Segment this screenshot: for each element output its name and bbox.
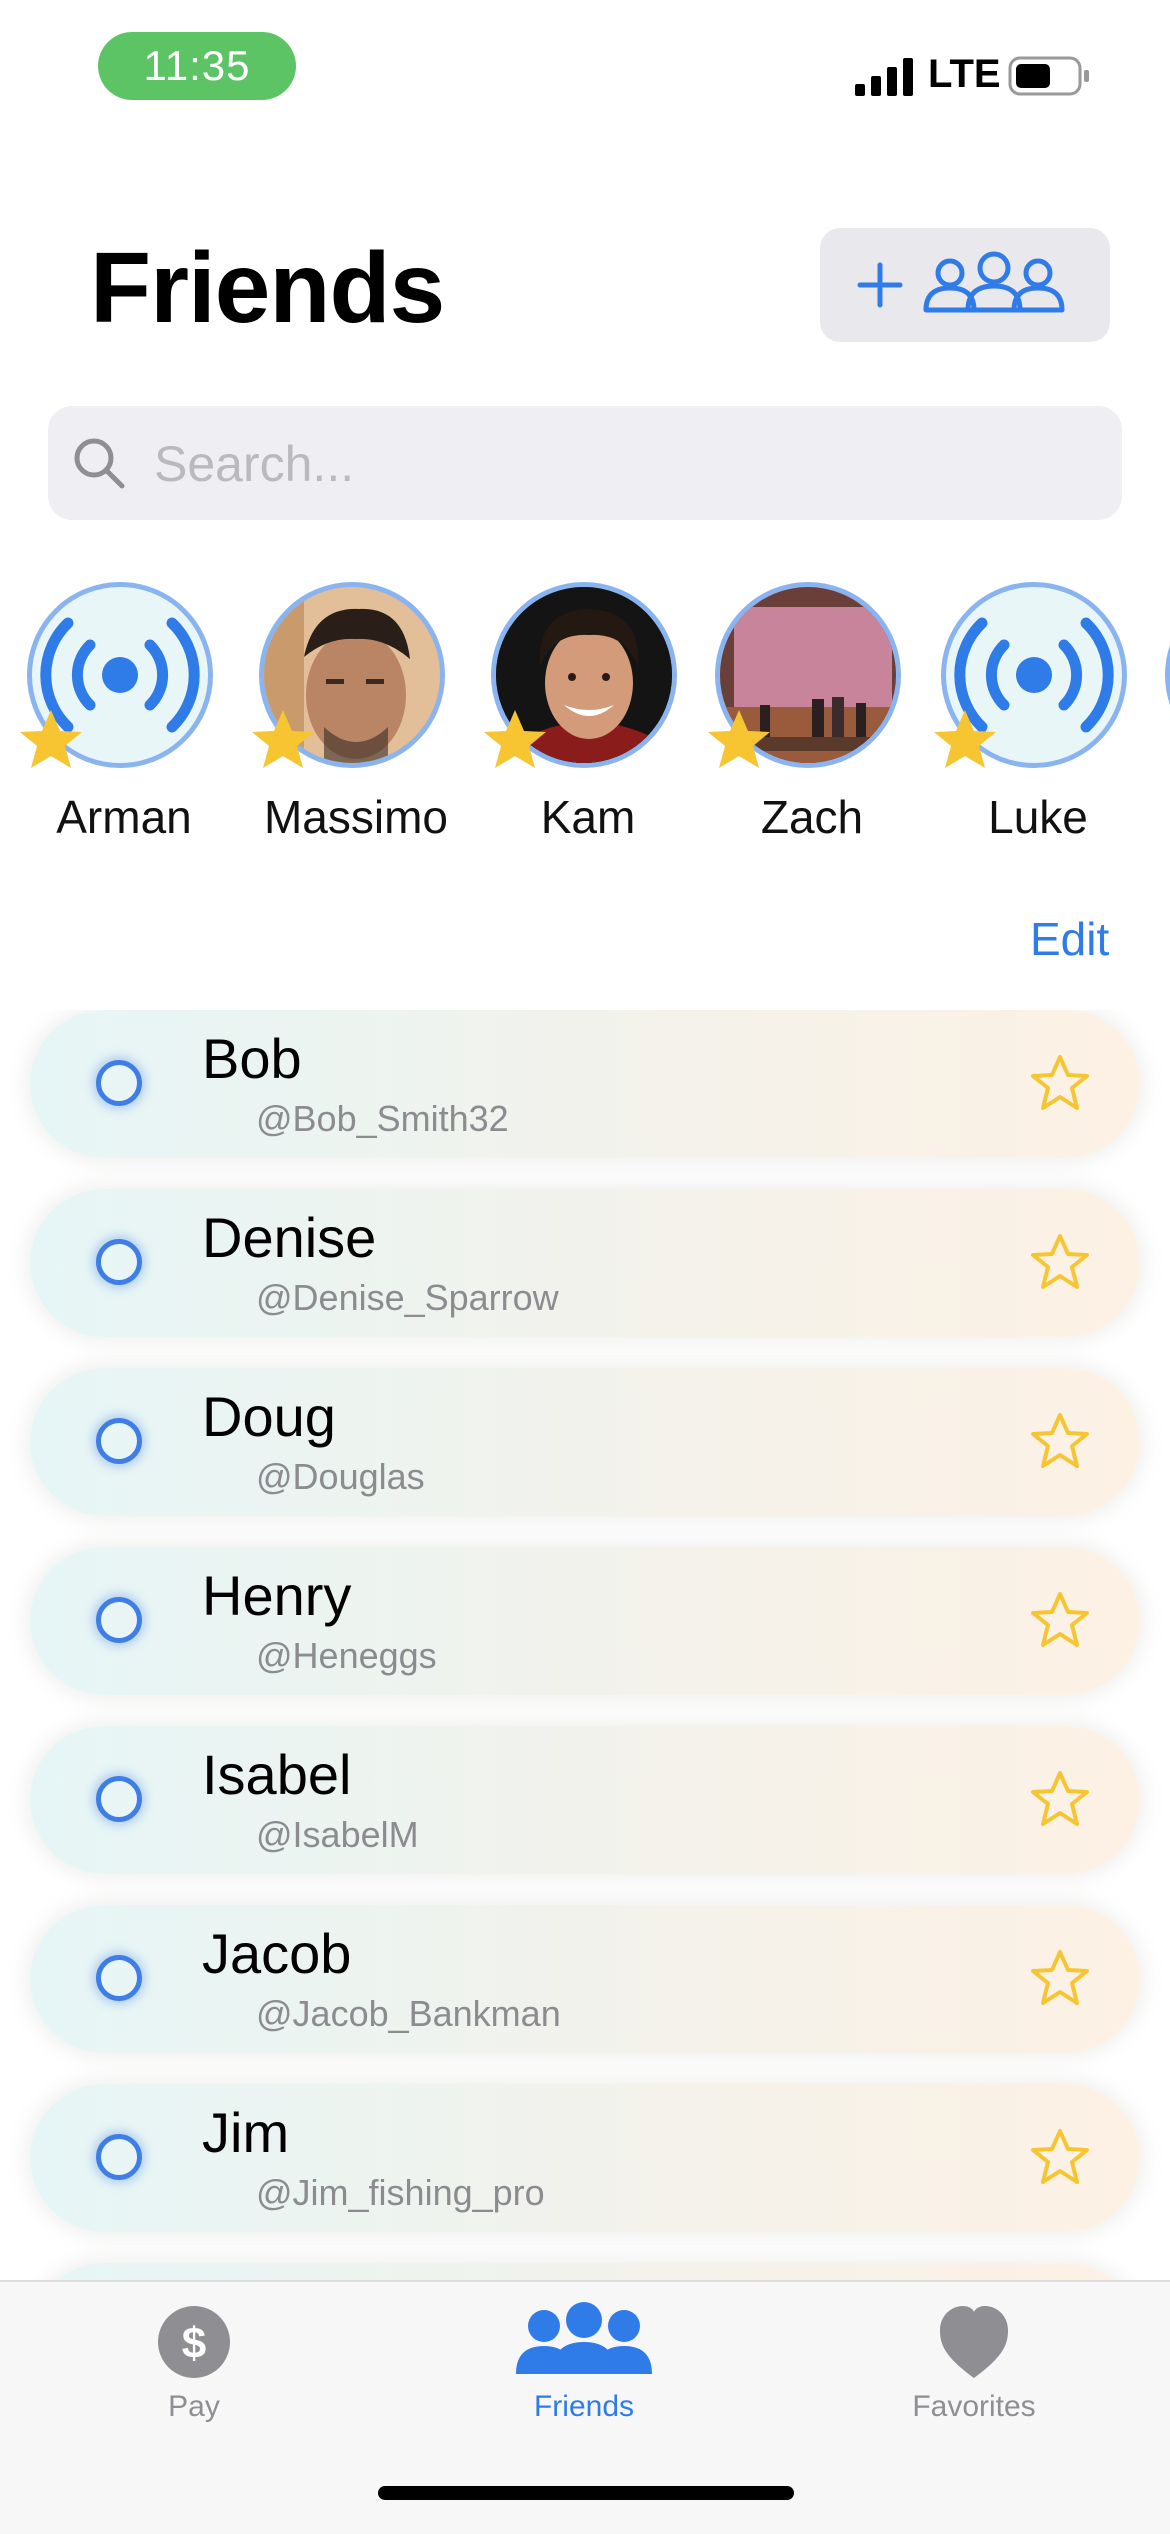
plus-icon [857,262,903,308]
tab-label: Favorites [912,2390,1036,2423]
star-outline-icon[interactable] [1030,1054,1090,1112]
friend-name: Denise [202,1206,377,1269]
friend-name: Jacob [202,1922,352,1985]
page-title: Friends [90,232,445,344]
friend-name: Jim [202,2101,290,2164]
favorite-star-icon [252,710,314,768]
svg-text:$: $ [182,2319,206,2368]
favorite-item-arman[interactable]: Arman [20,580,224,860]
favorite-item-massimo[interactable]: Massimo [252,580,456,860]
tab-label: Friends [533,2390,635,2423]
tab-pay[interactable]: $ Pay [44,2282,344,2462]
friend-row-doug[interactable]: Doug @Douglas [30,1368,1140,1516]
favorite-item-luke[interactable]: Luke [934,580,1138,860]
select-circle-icon[interactable] [96,1597,142,1643]
friend-name: Bob [202,1027,302,1090]
favorite-name: Massimo [263,791,449,843]
friend-row-isabel[interactable]: Isabel @IsabelM [30,1726,1140,1874]
status-time: 11:35 [98,32,296,100]
favorite-item-kam[interactable]: Kam [484,580,688,860]
tab-friends[interactable]: Friends [434,2282,734,2462]
add-group-button[interactable] [820,228,1110,342]
star-outline-icon[interactable] [1030,1770,1090,1828]
people-group-icon [923,251,1065,313]
favorite-name: Arman [56,791,192,843]
tab-favorites[interactable]: Favorites [824,2282,1124,2462]
battery-icon [1008,56,1089,96]
friend-handle: @Douglas [256,1456,425,1497]
star-outline-icon[interactable] [1030,1412,1090,1470]
friend-name: Henry [202,1564,352,1627]
select-circle-icon[interactable] [96,1418,142,1464]
star-outline-icon[interactable] [1030,1949,1090,2007]
avatar [1165,582,1170,768]
friend-handle: @IsabelM [256,1814,419,1855]
magnifier-icon [74,438,125,489]
search-input[interactable] [152,424,1056,504]
select-circle-icon[interactable] [96,2134,142,2180]
heart-icon [940,2306,1008,2378]
select-circle-icon[interactable] [96,1239,142,1285]
select-circle-icon[interactable] [96,1776,142,1822]
friend-handle: @Jim_fishing_pro [256,2172,545,2213]
friend-handle: @Bob_Smith32 [256,1098,509,1139]
friend-row-partial[interactable] [30,2263,1140,2280]
edit-button[interactable]: Edit [1030,912,1109,966]
favorite-item-zach[interactable]: Zach [708,580,912,860]
friend-row-henry[interactable]: Henry @Heneggs [30,1547,1140,1695]
favorite-star-icon [484,710,546,768]
status-bar: 11:35 LTE [0,0,1170,130]
friend-row-jacob[interactable]: Jacob @Jacob_Bankman [30,1905,1140,2053]
search-box[interactable] [48,406,1122,520]
friend-row-bob[interactable]: Bob @Bob_Smith32 [30,1010,1140,1158]
star-outline-icon[interactable] [1030,1591,1090,1649]
favorite-item-partial[interactable] [1162,580,1170,860]
friend-name: Isabel [202,1743,352,1806]
friend-name: Doug [202,1385,336,1448]
star-outline-icon[interactable] [1030,2128,1090,2186]
friend-handle: @Denise_Sparrow [256,1277,559,1318]
network-label: LTE [928,52,1001,96]
select-circle-icon[interactable] [96,1060,142,1106]
signal-icon [855,58,913,96]
favorite-name: Luke [988,791,1088,843]
favorite-name: Zach [760,791,864,843]
tab-label: Pay [168,2390,220,2423]
favorite-name: Kam [540,791,636,843]
friend-list: Bob @Bob_Smith32 Denise @Denise_Sparrow … [0,1010,1170,2280]
favorite-star-icon [708,710,770,768]
friend-handle: @Heneggs [256,1635,437,1676]
select-circle-icon[interactable] [96,1955,142,2001]
star-outline-icon[interactable] [1030,1233,1090,1291]
favorites-row: Arman Massimo Kam Zach Luke [0,580,1170,860]
people-group-icon [516,2302,652,2374]
home-indicator[interactable] [378,2486,794,2500]
favorite-star-icon [20,710,82,768]
friend-row-jim[interactable]: Jim @Jim_fishing_pro [30,2084,1140,2232]
favorite-star-icon [934,710,996,768]
friend-row-denise[interactable]: Denise @Denise_Sparrow [30,1189,1140,1337]
dollar-circle-icon: $ [158,2306,230,2378]
friend-handle: @Jacob_Bankman [256,1993,561,2034]
